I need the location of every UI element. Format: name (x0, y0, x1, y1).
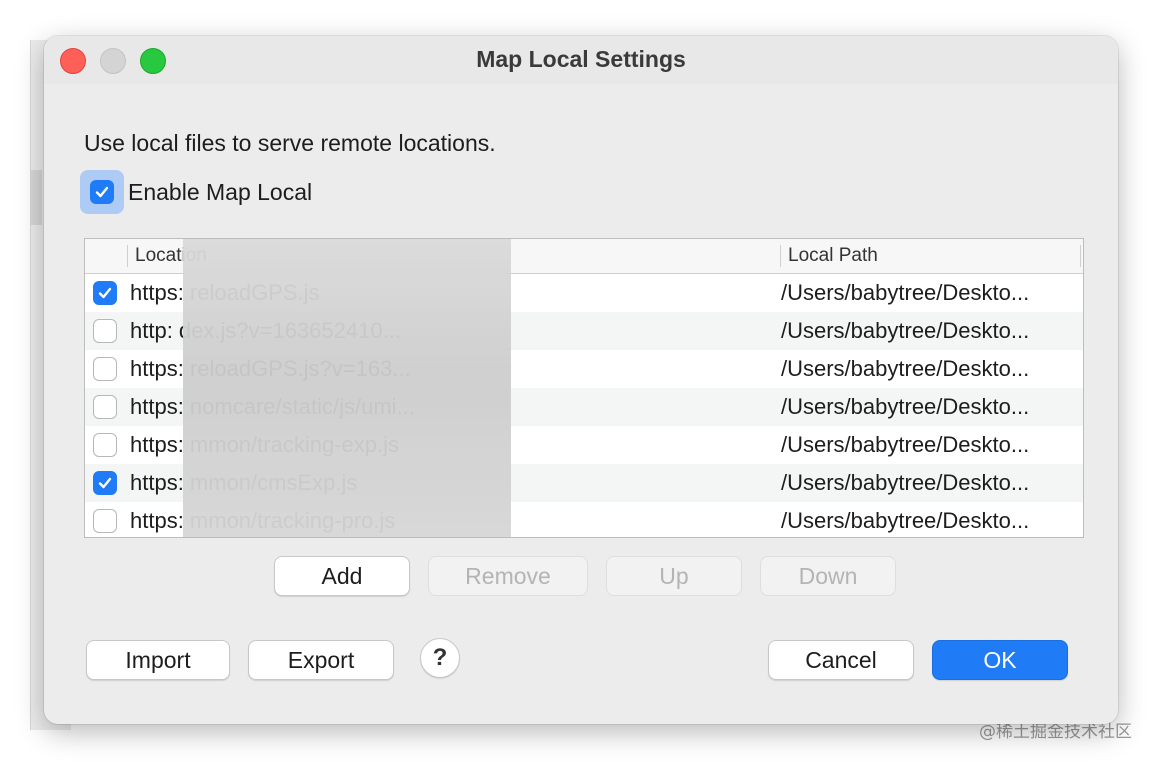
checkmark-icon (98, 287, 112, 299)
enable-map-local-checkbox[interactable] (90, 180, 114, 204)
local-path-cell: /Users/babytree/Deskto... (781, 318, 1030, 343)
column-separator (780, 245, 781, 267)
column-separator (127, 245, 128, 267)
location-cell: https: reloadGPS.js (130, 280, 320, 305)
dialog-title: Map Local Settings (476, 46, 686, 72)
location-cell: https: nomcare/static/js/umi... (130, 394, 415, 419)
checkmark-icon (95, 186, 109, 198)
add-button[interactable]: Add (274, 556, 410, 596)
location-cell: http: dex.js?v=163652410... (130, 318, 401, 343)
down-button[interactable]: Down (760, 556, 896, 596)
enable-map-local-label[interactable]: Enable Map Local (128, 179, 312, 206)
enable-map-local-row[interactable]: Enable Map Local (80, 170, 312, 214)
import-button[interactable]: Import (86, 640, 230, 680)
table-row[interactable]: https: mmon/tracking-pro.js/Users/babytr… (85, 502, 1083, 537)
table-row[interactable]: https: mmon/cmsExp.js/Users/babytree/Des… (85, 464, 1083, 502)
row-enabled-checkbox[interactable] (93, 509, 117, 533)
table-row[interactable]: https: reloadGPS.js/Users/babytree/Deskt… (85, 274, 1083, 312)
row-enabled-checkbox[interactable] (93, 433, 117, 457)
map-local-table: Location Local Path https: reloadGPS.js /… (84, 238, 1084, 538)
column-header-local-path[interactable]: Local Path (788, 245, 878, 267)
local-path-cell: /Users/babytree/Deskto... (781, 470, 1030, 495)
table-row[interactable]: https: reloadGPS.js?v=163... /Users/babyt… (85, 350, 1083, 388)
row-enabled-checkbox[interactable] (93, 319, 117, 343)
row-enabled-checkbox[interactable] (93, 357, 117, 381)
local-path-cell: /Users/babytree/Deskto... (781, 432, 1030, 457)
row-enabled-checkbox[interactable] (93, 395, 117, 419)
column-separator (1080, 245, 1081, 267)
row-enabled-checkbox[interactable] (93, 471, 117, 495)
table-body: https: reloadGPS.js/Users/babytree/Deskt… (85, 274, 1083, 537)
cancel-button[interactable]: Cancel (768, 640, 914, 680)
focus-ring (80, 170, 124, 214)
local-path-cell: /Users/babytree/Deskto... (781, 356, 1030, 381)
title-bar: Map Local Settings (44, 36, 1118, 84)
intro-text: Use local files to serve remote location… (84, 130, 496, 156)
table-row[interactable]: http: dex.js?v=163652410... /Users/babytr… (85, 312, 1083, 350)
background-window-band (30, 170, 42, 225)
map-local-settings-dialog: Map Local Settings Use local files to se… (44, 36, 1118, 724)
location-cell: https: reloadGPS.js?v=163... (130, 356, 411, 381)
ok-button[interactable]: OK (932, 640, 1068, 680)
location-cell: https: mmon/cmsExp.js (130, 470, 358, 495)
table-header: Location Local Path (85, 239, 1083, 274)
row-enabled-checkbox[interactable] (93, 281, 117, 305)
location-cell: https: mmon/tracking-pro.js (130, 508, 396, 533)
remove-button[interactable]: Remove (428, 556, 588, 596)
local-path-cell: /Users/babytree/Deskto... (781, 508, 1030, 533)
table-row[interactable]: https: mmon/tracking-exp.js/Users/babytr… (85, 426, 1083, 464)
export-button[interactable]: Export (248, 640, 394, 680)
table-row[interactable]: https: nomcare/static/js/umi... /Users/ba… (85, 388, 1083, 426)
location-cell: https: mmon/tracking-exp.js (130, 432, 399, 457)
local-path-cell: /Users/babytree/Deskto... (781, 280, 1030, 305)
local-path-cell: /Users/babytree/Deskto... (781, 394, 1030, 419)
column-header-location[interactable]: Location (135, 245, 207, 267)
help-button[interactable]: ? (420, 638, 460, 678)
checkmark-icon (98, 477, 112, 489)
up-button[interactable]: Up (606, 556, 742, 596)
